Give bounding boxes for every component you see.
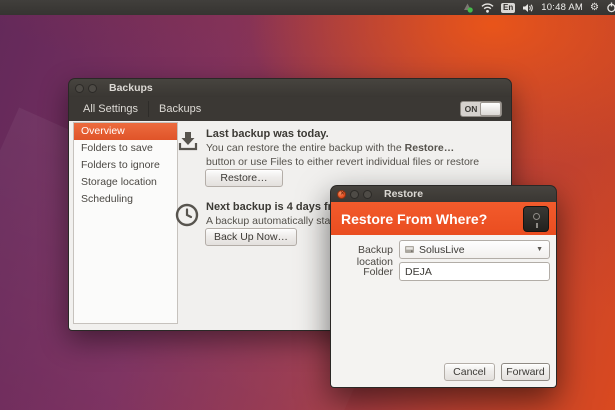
folder-input[interactable] <box>399 262 550 281</box>
restore-header-banner: Restore From Where? <box>330 202 557 235</box>
drive-icon <box>405 246 414 253</box>
clock-icon <box>175 203 199 227</box>
minimize-button[interactable] <box>350 189 359 199</box>
sidebar-item-folders-to-save[interactable]: Folders to save <box>74 140 177 157</box>
restore-titlebar[interactable]: Restore <box>330 185 557 202</box>
safe-icon <box>523 206 549 232</box>
sidebar-item-folders-to-ignore[interactable]: Folders to ignore <box>74 157 177 174</box>
wifi-icon[interactable] <box>481 2 494 13</box>
system-top-bar: En 10:48 AM ⚙ <box>0 0 615 15</box>
minimize-button[interactable] <box>88 83 97 93</box>
sidebar-item-scheduling[interactable]: Scheduling <box>74 191 177 208</box>
menu-separator <box>148 101 150 117</box>
switch-on-label: ON <box>464 104 478 114</box>
backup-location-value: SolusLive <box>419 243 465 256</box>
backups-menubar: All Settings Backups ON <box>68 97 512 121</box>
back-up-now-button[interactable]: Back Up Now… <box>205 228 297 246</box>
restore-dialog-body: Backup location SolusLive ▼ Folder Cance… <box>330 235 557 388</box>
clock-label[interactable]: 10:48 AM <box>541 2 583 13</box>
restore-dialog: Restore Restore From Where? Backup locat… <box>330 185 557 388</box>
desktop-wallpaper: En 10:48 AM ⚙ Backups All Settings Backu… <box>0 0 615 410</box>
backups-titlebar[interactable]: Backups <box>68 78 512 97</box>
cancel-button[interactable]: Cancel <box>444 363 495 381</box>
forward-button[interactable]: Forward <box>501 363 550 381</box>
gear-menu-icon[interactable]: ⚙ <box>590 2 599 13</box>
desc-text-restore-bold: Restore… <box>404 142 455 154</box>
close-button[interactable] <box>337 189 347 199</box>
close-button[interactable] <box>75 83 84 93</box>
folder-label: Folder <box>363 266 393 278</box>
maximize-button[interactable] <box>363 189 372 199</box>
backup-location-dropdown[interactable]: SolusLive ▼ <box>399 240 550 259</box>
session-power-icon[interactable] <box>606 2 615 13</box>
backup-save-icon <box>178 132 198 151</box>
menu-item-backups[interactable]: Backups <box>153 97 207 121</box>
restore-heading: Restore From Where? <box>341 210 488 227</box>
window-title: Backups <box>109 82 153 94</box>
menu-item-all-settings[interactable]: All Settings <box>77 97 144 121</box>
backup-power-switch[interactable]: ON <box>460 101 502 117</box>
backup-location-label: Backup location <box>356 244 393 268</box>
last-backup-title: Last backup was today. <box>206 128 329 140</box>
sidebar-item-overview[interactable]: Overview <box>74 123 177 140</box>
desc-text-pre: You can restore the entire backup with t… <box>206 142 405 154</box>
volume-icon[interactable] <box>522 3 534 13</box>
backups-sidebar: Overview Folders to save Folders to igno… <box>73 122 178 324</box>
safe-dial <box>533 213 540 220</box>
restore-button[interactable]: Restore… <box>205 169 283 187</box>
sidebar-item-storage-location[interactable]: Storage location <box>74 174 177 191</box>
switch-handle[interactable] <box>480 102 501 116</box>
sync-status-icon[interactable] <box>461 2 474 13</box>
keyboard-layout-indicator[interactable]: En <box>501 2 516 13</box>
dialog-title: Restore <box>384 188 424 200</box>
safe-handle <box>536 223 538 228</box>
dropdown-arrow-icon: ▼ <box>536 246 543 253</box>
